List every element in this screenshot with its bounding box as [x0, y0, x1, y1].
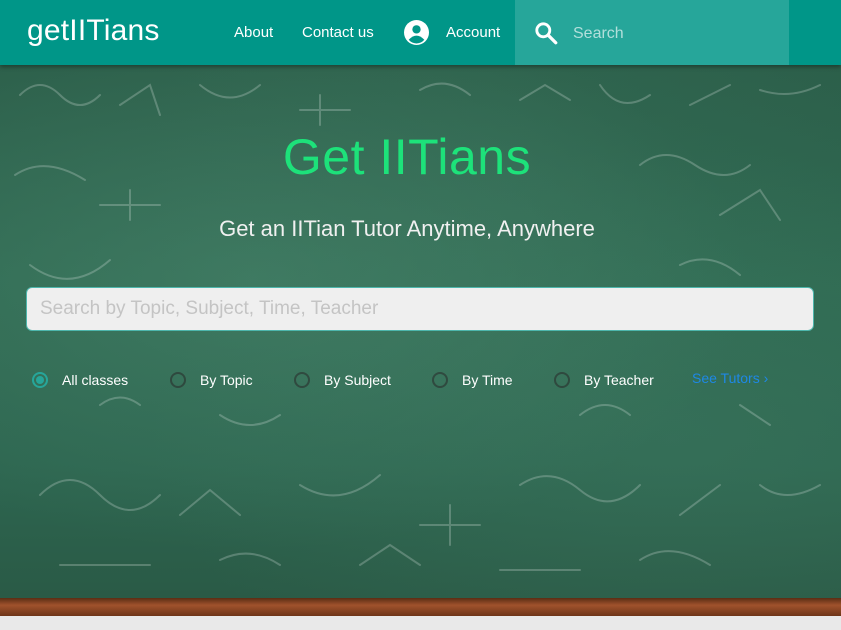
filter-label: All classes — [62, 372, 129, 388]
nav-contact-link[interactable]: Contact us — [302, 24, 374, 41]
filter-label: By Time — [462, 372, 513, 388]
radio-indicator[interactable] — [432, 372, 448, 388]
radio-indicator[interactable] — [170, 372, 186, 388]
header-search-box — [515, 0, 789, 65]
account-circle-icon[interactable] — [404, 20, 429, 45]
tutor-search-input[interactable] — [26, 287, 814, 331]
nav-account-link[interactable]: Account — [446, 24, 500, 41]
nav-about-link[interactable]: About — [234, 24, 273, 41]
chalk-ledge — [0, 598, 841, 616]
filter-label: By Subject — [324, 372, 391, 388]
search-icon[interactable] — [533, 20, 559, 46]
top-nav-bar: getIITians About Contact us Account — [0, 0, 841, 65]
hero-subtitle: Get an IITian Tutor Anytime, Anywhere — [219, 216, 595, 241]
radio-indicator[interactable] — [554, 372, 570, 388]
header-search-input[interactable] — [571, 20, 775, 48]
filter-label: By Teacher — [584, 372, 654, 388]
hero-title: Get IITians — [282, 129, 532, 185]
filter-label: By Topic — [200, 372, 253, 388]
radio-indicator[interactable] — [32, 372, 48, 388]
chevron-right-icon: › — [763, 370, 769, 386]
page-bottom — [0, 616, 841, 630]
see-tutors-label: See Tutors — [692, 370, 760, 386]
radio-indicator[interactable] — [294, 372, 310, 388]
brand-logo[interactable]: getIITians — [27, 14, 160, 48]
see-tutors-link[interactable]: See Tutors › — [692, 370, 768, 386]
